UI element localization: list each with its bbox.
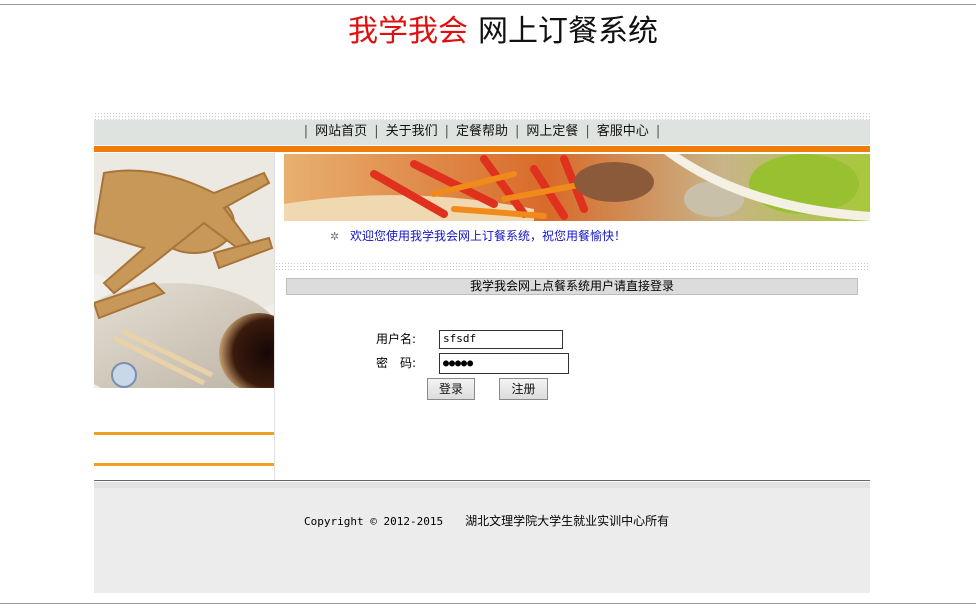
footer-rule	[94, 480, 870, 481]
dotted-divider-2	[275, 262, 870, 270]
password-input[interactable]: ●●●●●	[439, 353, 569, 374]
password-label: 密 码:	[376, 356, 417, 370]
login-panel-title: 我学我会网上点餐系统用户请直接登录	[286, 278, 858, 295]
nav-item-service[interactable]: 客服中心	[597, 124, 649, 139]
username-label: 用户名:	[376, 332, 417, 346]
dotted-divider	[94, 112, 870, 120]
footer-copyright: Copyright © 2012-2015 湖北文理学院大学生就业实训中心所有	[304, 513, 669, 530]
welcome-message: ✲ 欢迎您使用我学我会网上订餐系统，祝您用餐愉快！	[330, 227, 626, 246]
left-orange-line-1	[94, 432, 275, 435]
top-rule	[0, 4, 976, 5]
food-banner	[284, 154, 870, 221]
column-divider	[274, 153, 275, 481]
sparkle-icon: ✲	[330, 230, 340, 243]
nav-item-help[interactable]: 定餐帮助	[456, 124, 508, 139]
username-input[interactable]: sfsdf	[439, 330, 563, 349]
welcome-text: 欢迎您使用我学我会网上订餐系统，祝您用餐愉快！	[350, 229, 627, 243]
copyright-owner: 湖北文理学院大学生就业实训中心所有	[465, 514, 670, 528]
bottom-rule	[0, 603, 976, 604]
site-title: 我学我会 网上订餐系统	[348, 10, 658, 54]
food-photo-left	[94, 153, 275, 388]
site-title-brand: 我学我会	[348, 14, 468, 49]
footer	[94, 482, 870, 593]
site-title-system: 网上订餐系统	[478, 14, 658, 49]
left-orange-line-2	[94, 463, 275, 466]
main-nav: | 网站首页 | 关于我们 | 定餐帮助 | 网上定餐 | 客服中心 |	[94, 120, 870, 145]
nav-item-about[interactable]: 关于我们	[386, 124, 438, 139]
login-button[interactable]: 登录	[427, 378, 475, 400]
copyright-text: Copyright © 2012-2015	[304, 515, 444, 528]
nav-item-order[interactable]: 网上定餐	[526, 124, 578, 139]
nav-item-home[interactable]: 网站首页	[315, 124, 367, 139]
register-button[interactable]: 注册	[499, 378, 548, 400]
orange-divider	[94, 146, 870, 152]
